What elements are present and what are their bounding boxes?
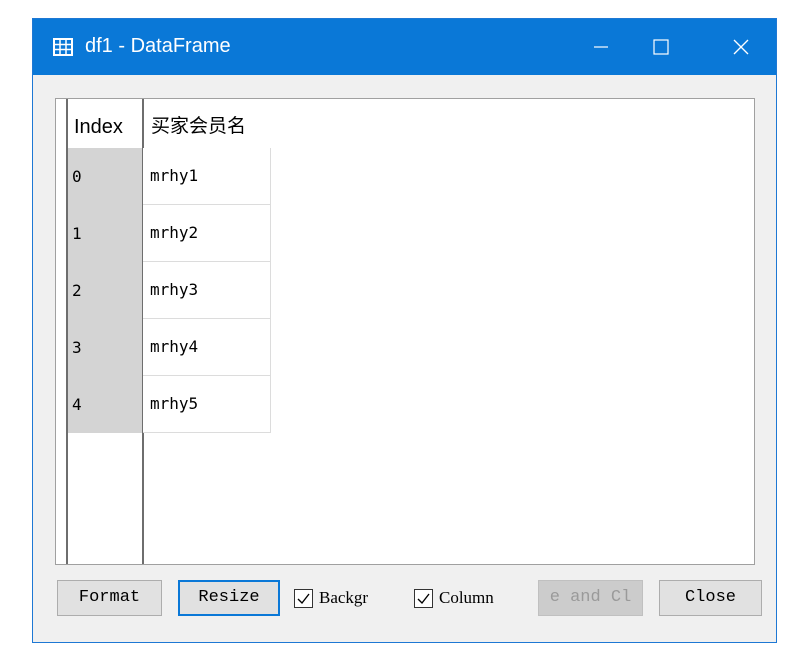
table-grid-icon — [53, 38, 73, 60]
column-checkbox[interactable]: Column — [414, 585, 522, 611]
index-column: Index 0 1 2 3 4 — [66, 99, 144, 564]
minimize-button[interactable] — [571, 19, 631, 75]
resize-button[interactable]: Resize — [178, 580, 280, 616]
table-cell[interactable]: mrhy4 — [143, 319, 271, 376]
table-cell[interactable]: mrhy2 — [143, 205, 271, 262]
index-header: Index — [74, 116, 123, 138]
title-bar[interactable]: df1 - DataFrame — [33, 19, 776, 75]
table-cell[interactable]: mrhy5 — [143, 376, 271, 433]
format-button[interactable]: Format — [57, 580, 162, 616]
maximize-button[interactable] — [631, 19, 691, 75]
dataframe-window: df1 - DataFrame Index 0 1 2 3 4 买家会员名 mr… — [32, 18, 777, 643]
checkbox-checked-icon — [414, 588, 433, 608]
index-cell[interactable]: 2 — [68, 262, 142, 319]
dataframe-table[interactable]: Index 0 1 2 3 4 买家会员名 mrhy1 mrhy2 mrhy3 … — [55, 98, 755, 565]
index-cell[interactable]: 4 — [68, 376, 142, 433]
maximize-icon — [653, 39, 669, 55]
close-button[interactable]: Close — [659, 580, 762, 616]
column-header[interactable]: 买家会员名 — [143, 99, 273, 148]
column-checkbox-label: Column — [439, 588, 494, 607]
window-title: df1 - DataFrame — [85, 35, 231, 57]
table-cell[interactable]: mrhy3 — [143, 262, 271, 319]
checkbox-checked-icon — [294, 588, 313, 608]
table-cell[interactable]: mrhy1 — [143, 148, 271, 205]
minimize-icon — [594, 46, 608, 48]
background-checkbox-label: Backgr — [319, 588, 369, 607]
save-and-close-button[interactable]: e and Cl — [538, 580, 643, 616]
close-icon — [733, 39, 749, 55]
index-cell[interactable]: 3 — [68, 319, 142, 376]
background-checkbox[interactable]: Backgr — [294, 585, 406, 611]
close-window-button[interactable] — [711, 19, 771, 75]
index-cell[interactable]: 0 — [68, 148, 142, 205]
index-cell[interactable]: 1 — [68, 205, 142, 262]
